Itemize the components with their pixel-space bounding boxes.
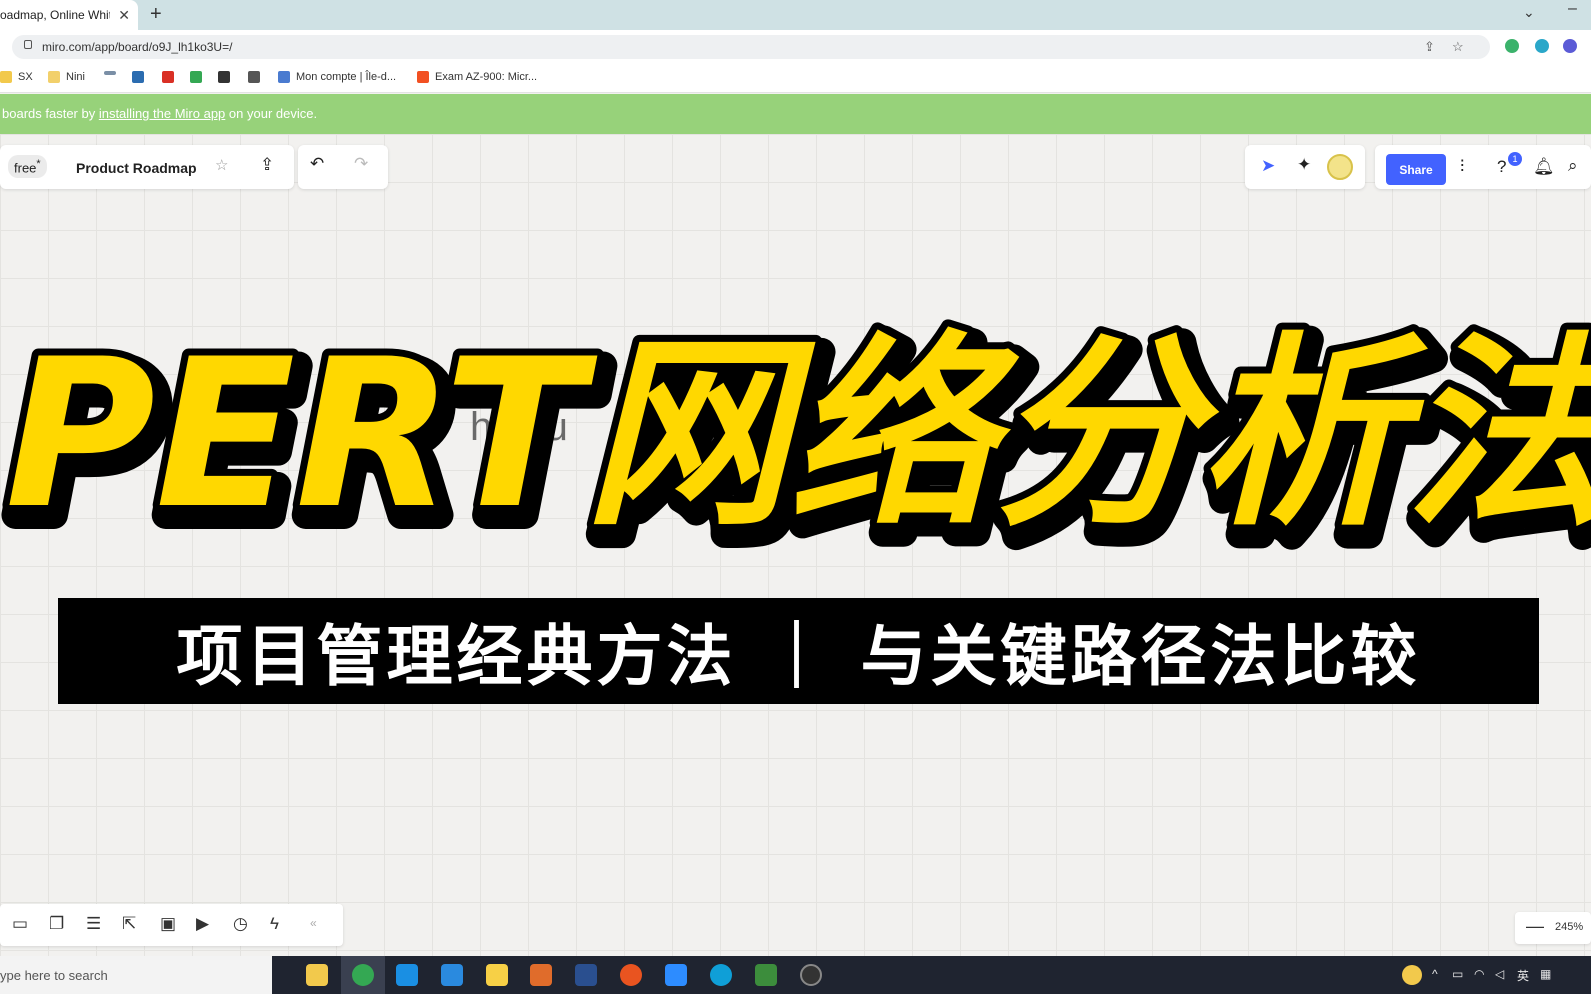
outlook-icon (132, 71, 144, 83)
search-icon[interactable]: ⌕ (1568, 156, 1578, 176)
address-bar: miro.com/app/board/o9J_lh1ko3U=/ ⇪ ☆ (0, 30, 1591, 63)
matlab-icon[interactable] (530, 964, 552, 986)
omnibox[interactable]: miro.com/app/board/o9J_lh1ko3U=/ ⇪ ☆ (12, 35, 1490, 59)
comment-icon[interactable]: ▭ (12, 914, 28, 934)
file-explorer-icon[interactable] (306, 964, 328, 986)
taskbar-search-placeholder: ype here to search (0, 968, 108, 983)
sticky-notes-icon[interactable] (486, 964, 508, 986)
star-icon[interactable]: ☆ (215, 156, 228, 174)
microsoft-icon (417, 71, 429, 83)
lock-icon[interactable] (24, 40, 32, 49)
folder-icon (0, 71, 12, 83)
install-app-link[interactable]: installing the Miro app (99, 106, 225, 121)
user-avatar[interactable] (1327, 154, 1353, 180)
taskbar-search[interactable]: ype here to search (0, 956, 272, 994)
notification-count-badge: 1 (1508, 152, 1522, 166)
windows-taskbar: ype here to search ^ ▭ ◠ ◁ 英 ▦ (0, 956, 1591, 994)
bookmark-link-icon[interactable] (104, 71, 116, 75)
calendar-icon (248, 71, 260, 83)
input-language[interactable]: 英 (1517, 967, 1529, 984)
obs-icon[interactable] (800, 964, 822, 986)
screen: oadmap, Online White ✕ + ⌄ – miro.com/ap… (0, 0, 1591, 994)
extension-grammarly-icon[interactable] (1535, 39, 1549, 53)
tab-search-chevron-icon[interactable]: ⌄ (1523, 4, 1535, 21)
tab-close-icon[interactable]: ✕ (118, 7, 130, 24)
bookmark-outlook[interactable] (132, 71, 144, 83)
note-icon[interactable]: ▣ (160, 914, 176, 934)
bookmark-mon-compte[interactable]: Mon compte | Île-d... (278, 71, 396, 83)
browser-tab-miro[interactable]: oadmap, Online White ✕ (0, 0, 138, 30)
collaboration-group: ➤ ✦ (1245, 145, 1365, 189)
share-button[interactable]: Share (1386, 154, 1446, 185)
bookmark-nini[interactable]: Nini (48, 71, 85, 83)
chrome-icon[interactable] (352, 964, 374, 986)
install-app-banner: boards faster by installing the Miro app… (0, 94, 1591, 134)
bookmark-favicon (278, 71, 290, 83)
help-tray-icon[interactable] (1402, 965, 1422, 985)
collapse-icon[interactable]: « (310, 916, 317, 930)
share-screen-icon[interactable]: ⇱ (122, 914, 136, 934)
tab-title: oadmap, Online White (0, 8, 110, 22)
zoom-out-button[interactable]: — (1526, 916, 1544, 937)
browser-tab-bar: oadmap, Online White ✕ + ⌄ – (0, 0, 1591, 30)
ubuntu-icon[interactable] (620, 964, 642, 986)
bell-icon[interactable]: 🔔︎ (1533, 157, 1555, 177)
bookmark-gmail[interactable] (162, 71, 174, 83)
drive-icon (190, 71, 202, 83)
help-icon[interactable]: ? (1497, 157, 1506, 177)
celebrate-icon[interactable]: ✦ (1297, 155, 1311, 175)
tray-chevron-icon[interactable]: ^ (1432, 967, 1438, 981)
frames-icon[interactable]: ❐ (49, 914, 64, 934)
redo-icon[interactable]: ↷ (354, 154, 368, 174)
profile-avatar-icon[interactable] (1563, 39, 1577, 53)
video-icon[interactable]: ▶ (196, 914, 209, 934)
bookmark-sx[interactable]: SX (0, 71, 33, 83)
list-icon[interactable]: ☰ (86, 914, 101, 934)
bookmark-favicon (104, 71, 116, 75)
github-icon (218, 71, 230, 83)
bookmark-exam-az900[interactable]: Exam AZ-900: Micr... (417, 71, 537, 83)
cursor-follow-icon[interactable]: ➤ (1261, 156, 1275, 176)
share-page-icon[interactable]: ⇪ (1424, 39, 1435, 55)
bookmark-calendar[interactable] (248, 71, 260, 83)
lightning-icon[interactable]: ϟ (270, 914, 279, 934)
timer-icon[interactable]: ◷ (233, 914, 248, 934)
photos-icon[interactable] (755, 964, 777, 986)
edge-icon[interactable] (710, 964, 732, 986)
extension-green-icon[interactable] (1505, 39, 1519, 53)
ime-mode-icon[interactable]: ▦ (1540, 967, 1551, 981)
plan-badge[interactable]: free* (8, 155, 47, 179)
undo-redo-group: ↶ ↷ (298, 145, 388, 189)
window-minimize-button[interactable]: – (1568, 0, 1577, 18)
url-text[interactable]: miro.com/app/board/o9J_lh1ko3U=/ (42, 40, 232, 54)
subtitle-text: 项目管理经典方法 ｜ 与关键路径法比较 (176, 618, 1421, 695)
wifi-icon[interactable]: ◠ (1474, 967, 1484, 981)
battery-icon[interactable]: ▭ (1452, 967, 1463, 981)
folder-icon (48, 71, 60, 83)
new-tab-button[interactable]: + (150, 3, 162, 26)
headline-graphic: PERT网络分析法 PERT网络分析法 (0, 309, 1591, 578)
bookmark-drive[interactable] (190, 71, 202, 83)
settings-sliders-icon[interactable]: ⫶ (1460, 157, 1464, 177)
board-header: free* Product Roadmap ☆ ⇪ (0, 145, 294, 189)
bookmarks-bar: SX Nini Mon compte | Île-d... Exam AZ-90… (0, 63, 1591, 93)
undo-icon[interactable]: ↶ (310, 154, 324, 174)
powershell-icon[interactable] (575, 964, 597, 986)
zoom-control: — 245% (1515, 912, 1591, 944)
export-icon[interactable]: ⇪ (260, 155, 274, 175)
bottom-toolbar: ▭ ❐ ☰ ⇱ ▣ ▶ ◷ ϟ « (0, 904, 343, 946)
gmail-icon (162, 71, 174, 83)
bookmark-star-icon[interactable]: ☆ (1452, 39, 1464, 55)
search-app-icon[interactable] (396, 964, 418, 986)
vscode-icon[interactable] (441, 964, 463, 986)
bookmark-github[interactable] (218, 71, 230, 83)
volume-icon[interactable]: ◁ (1495, 967, 1504, 981)
headline-text: PERT网络分析法 (5, 316, 1591, 554)
banner-text: boards faster by installing the Miro app… (2, 106, 318, 121)
zoom-level[interactable]: 245% (1555, 921, 1583, 933)
subtitle-banner: 项目管理经典方法 ｜ 与关键路径法比较 (58, 598, 1539, 704)
board-title[interactable]: Product Roadmap (76, 160, 197, 176)
zoom-icon[interactable] (665, 964, 687, 986)
